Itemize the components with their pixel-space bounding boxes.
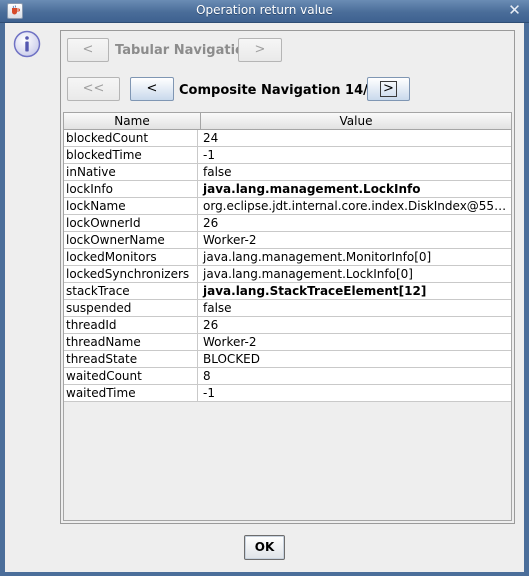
composite-first-button[interactable]: << [67,77,120,101]
table-row[interactable]: lockedMonitors java.lang.management.Monit… [64,249,511,266]
table-row[interactable]: lockedSynchronizers java.lang.management.… [64,266,511,283]
row-name-cell[interactable]: blockedCount [64,130,198,146]
row-value-cell[interactable]: Worker-2 [201,334,510,350]
row-value-cell[interactable]: java.lang.management.MonitorInfo[0] [201,249,510,265]
table-row[interactable]: threadState BLOCKED [64,351,511,368]
table-row[interactable]: lockInfo java.lang.management.LockInfo [64,181,511,198]
tabular-navigation-label: Tabular Navigation [115,43,254,58]
row-value-cell[interactable]: java.lang.StackTraceElement[12] [201,283,510,299]
table-row[interactable]: waitedCount 8 [64,368,511,385]
composite-next-button[interactable]: > [367,77,410,101]
composite-next-label: > [380,81,397,97]
composite-navigation-label: Composite Navigation 14/28 [179,83,386,98]
window-frame-right [524,23,529,576]
close-icon[interactable]: ✕ [506,2,523,19]
row-name-cell[interactable]: lockName [64,198,198,214]
row-value-cell[interactable]: -1 [201,385,510,401]
table-row[interactable]: lockOwnerName Worker-2 [64,232,511,249]
row-name-cell[interactable]: lockOwnerId [64,215,198,231]
row-name-cell[interactable]: lockInfo [64,181,198,197]
row-value-cell[interactable]: org.eclipse.jdt.internal.core.index.Disk… [201,198,510,214]
result-panel: < Tabular Navigation > << < Composite Na… [60,30,515,524]
info-icon [13,30,41,58]
values-table: Name Value blockedCount 24 blockedTime -1 in… [63,112,512,521]
row-name-cell[interactable]: blockedTime [64,147,198,163]
row-value-cell[interactable]: false [201,164,510,180]
row-value-cell[interactable]: 26 [201,317,510,333]
table-row[interactable]: threadId 26 [64,317,511,334]
table-header: Name Value [64,113,511,130]
window-frame-left [0,23,5,576]
table-row[interactable]: blockedTime -1 [64,147,511,164]
table-row[interactable]: stackTrace java.lang.StackTraceElement[12… [64,283,511,300]
composite-prev-button[interactable]: < [130,77,174,101]
title-bar: Operation return value ✕ [0,0,529,23]
table-row[interactable]: lockOwnerId 26 [64,215,511,232]
row-name-cell[interactable]: threadState [64,351,198,367]
table-row[interactable]: inNative false [64,164,511,181]
row-name-cell[interactable]: stackTrace [64,283,198,299]
row-value-cell[interactable]: BLOCKED [201,351,510,367]
table-row[interactable]: suspended false [64,300,511,317]
window-frame-bottom [0,572,529,576]
table-row[interactable]: blockedCount 24 [64,130,511,147]
row-name-cell[interactable]: threadName [64,334,198,350]
row-name-cell[interactable]: suspended [64,300,198,316]
row-name-cell[interactable]: waitedTime [64,385,198,401]
tabular-prev-button[interactable]: < [67,38,109,62]
row-name-cell[interactable]: lockOwnerName [64,232,198,248]
tabular-next-button[interactable]: > [238,38,282,62]
table-row[interactable]: lockName org.eclipse.jdt.internal.core.in… [64,198,511,215]
row-name-cell[interactable]: waitedCount [64,368,198,384]
row-value-cell[interactable]: java.lang.management.LockInfo[0] [201,266,510,282]
row-value-cell[interactable]: 24 [201,130,510,146]
row-value-cell[interactable]: 8 [201,368,510,384]
row-value-cell[interactable]: java.lang.management.LockInfo [201,181,510,197]
row-name-cell[interactable]: lockedMonitors [64,249,198,265]
column-header-name[interactable]: Name [64,113,201,129]
table-body: blockedCount 24 blockedTime -1 inNative false… [64,130,511,402]
window-title: Operation return value [196,3,333,17]
ok-button[interactable]: OK [244,535,285,560]
row-value-cell[interactable]: -1 [201,147,510,163]
row-name-cell[interactable]: lockedSynchronizers [64,266,198,282]
row-value-cell[interactable]: false [201,300,510,316]
row-name-cell[interactable]: inNative [64,164,198,180]
row-name-cell[interactable]: threadId [64,317,198,333]
column-header-value[interactable]: Value [201,113,511,129]
table-row[interactable]: threadName Worker-2 [64,334,511,351]
row-value-cell[interactable]: Worker-2 [201,232,510,248]
table-row[interactable]: waitedTime -1 [64,385,511,402]
row-value-cell[interactable]: 26 [201,215,510,231]
